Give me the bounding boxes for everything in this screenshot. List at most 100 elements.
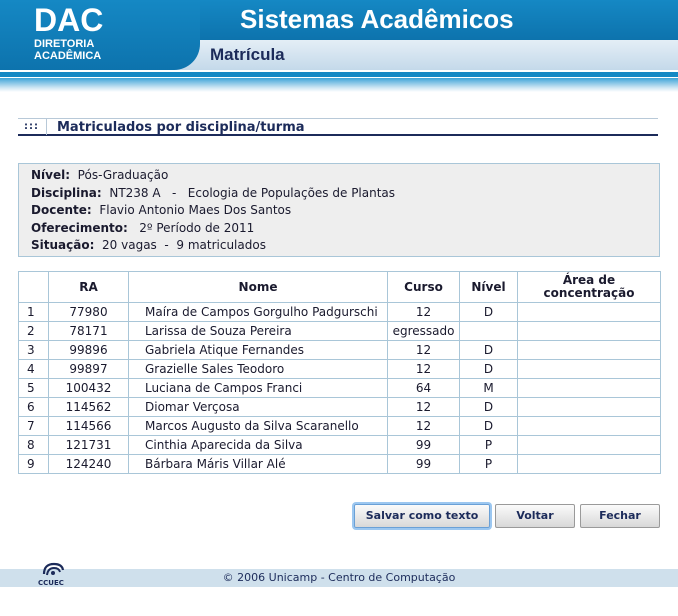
cell-index: 2 — [18, 321, 49, 341]
cell-nome: Gabriela Atique Fernandes — [128, 340, 388, 360]
close-button[interactable]: Fechar — [580, 504, 660, 528]
cell-ra: 114562 — [48, 397, 129, 417]
cell-nome: Grazielle Sales Teodoro — [128, 359, 388, 379]
cell-nivel: D — [459, 397, 518, 417]
dac-logo: DAC — [34, 2, 104, 38]
cell-area — [517, 340, 661, 360]
table-row: 5 100432 Luciana de Campos Franci 64 M — [18, 378, 661, 398]
cell-index: 3 — [18, 340, 49, 360]
table-row: 8 121731 Cinthia Aparecida da Silva 99 P — [18, 435, 661, 455]
cell-ra: 99896 — [48, 340, 129, 360]
table-header-row: RA Nome Curso Nível Área de concentração — [18, 271, 661, 303]
box-title-bar: ::: Matriculados por disciplina/turma — [18, 118, 658, 136]
col-curso-header: Curso — [387, 271, 460, 303]
col-nome-header: Nome — [128, 271, 388, 303]
situacao-value: 20 vagas - 9 matriculados — [102, 238, 266, 252]
cell-curso: 64 — [387, 378, 460, 398]
save-as-text-button[interactable]: Salvar como texto — [354, 504, 490, 528]
table-row: 6 114562 Diomar Verçosa 12 D — [18, 397, 661, 417]
nivel-value: Pós-Graduação — [77, 168, 169, 182]
cell-area — [517, 321, 661, 341]
cell-index: 1 — [18, 302, 49, 322]
app-title: Sistemas Acadêmicos — [240, 4, 514, 34]
table-row: 1 77980 Maíra de Campos Gorgulho Padgurs… — [18, 302, 661, 322]
cell-ra: 77980 — [48, 302, 129, 322]
cell-curso: 99 — [387, 435, 460, 455]
cell-area — [517, 454, 661, 474]
docente-label: Docente: — [31, 203, 92, 217]
cell-area — [517, 397, 661, 417]
students-table: RA Nome Curso Nível Área de concentração… — [18, 271, 661, 474]
cell-index: 4 — [18, 359, 49, 379]
back-button[interactable]: Voltar — [495, 504, 575, 528]
cell-nivel: D — [459, 416, 518, 436]
cell-nome: Bárbara Máris Villar Alé — [128, 454, 388, 474]
section-title: Matrícula — [210, 45, 285, 64]
cell-curso: 12 — [387, 302, 460, 322]
cell-nome: Diomar Verçosa — [128, 397, 388, 417]
table-row: 4 99897 Grazielle Sales Teodoro 12 D — [18, 359, 661, 379]
cell-curso: 12 — [387, 416, 460, 436]
cell-nivel: M — [459, 378, 518, 398]
cell-nivel: D — [459, 302, 518, 322]
cell-ra: 114566 — [48, 416, 129, 436]
info-disciplina: Disciplina: NT238 A - Ecologia de Popula… — [31, 185, 647, 203]
course-info-panel: Nível: Pós-Graduação Disciplina: NT238 A… — [18, 163, 660, 257]
cell-area — [517, 435, 661, 455]
cell-nome: Luciana de Campos Franci — [128, 378, 388, 398]
docente-value: Flavio Antonio Maes Dos Santos — [99, 203, 292, 217]
info-docente: Docente: Flavio Antonio Maes Dos Santos — [31, 202, 647, 220]
cell-nome: Cinthia Aparecida da Silva — [128, 435, 388, 455]
oferecimento-label: Oferecimento: — [31, 220, 128, 235]
info-nivel: Nível: Pós-Graduação — [31, 167, 647, 185]
situacao-label: Situação: — [31, 238, 95, 252]
box-title: Matriculados por disciplina/turma — [57, 120, 305, 135]
table-row: 9 124240 Bárbara Máris Villar Alé 99 P — [18, 454, 661, 474]
cell-nivel: D — [459, 340, 518, 360]
cell-area — [517, 378, 661, 398]
cell-nome: Marcos Augusto da Silva Scaranello — [128, 416, 388, 436]
cell-nome: Maíra de Campos Gorgulho Padgurschi — [128, 302, 388, 322]
disciplina-label: Disciplina: — [31, 185, 102, 200]
cell-index: 7 — [18, 416, 49, 436]
cell-area — [517, 302, 661, 322]
cell-ra: 124240 — [48, 454, 129, 474]
cell-curso: 12 — [387, 359, 460, 379]
cell-ra: 78171 — [48, 321, 129, 341]
header-stripe — [0, 72, 678, 77]
cell-curso: 12 — [387, 340, 460, 360]
cell-index: 5 — [18, 378, 49, 398]
cell-area — [517, 416, 661, 436]
cell-nivel — [459, 321, 518, 341]
ccuec-logo-label: CCUEC — [38, 579, 64, 587]
cell-curso: 99 — [387, 454, 460, 474]
cell-ra: 100432 — [48, 378, 129, 398]
oferecimento-value: 2º Período de 2011 — [139, 220, 255, 235]
cell-ra: 121731 — [48, 435, 129, 455]
cell-index: 6 — [18, 397, 49, 417]
nivel-label: Nível: — [31, 168, 71, 182]
col-area-header: Área de concentração — [517, 271, 661, 303]
cell-ra: 99897 — [48, 359, 129, 379]
dac-logo-line1: DIRETORIA — [34, 38, 95, 50]
cell-curso: egressado — [387, 321, 460, 341]
table-row: 2 78171 Larissa de Souza Pereira egressa… — [18, 321, 661, 341]
disciplina-value: NT238 A - Ecologia de Populações de Plan… — [109, 185, 396, 200]
table-row: 7 114566 Marcos Augusto da Silva Scarane… — [18, 416, 661, 436]
cell-curso: 12 — [387, 397, 460, 417]
info-situacao: Situação: 20 vagas - 9 matriculados — [31, 237, 647, 255]
page-header: DAC DIRETORIA ACADÊMICA Sistemas Acadêmi… — [0, 0, 678, 92]
cell-nome: Larissa de Souza Pereira — [128, 321, 388, 341]
footer-copyright: © 2006 Unicamp - Centro de Computação — [222, 571, 456, 584]
page-footer: © 2006 Unicamp - Centro de Computação — [0, 569, 678, 587]
box-title-separator — [46, 119, 47, 135]
cell-index: 8 — [18, 435, 49, 455]
dots-icon: ::: — [24, 121, 39, 132]
col-index-header — [18, 271, 49, 303]
dac-logo-line2: ACADÊMICA — [34, 50, 102, 62]
header-gradient-stripe — [0, 78, 678, 92]
cell-index: 9 — [18, 454, 49, 474]
cell-nivel: P — [459, 435, 518, 455]
cell-area — [517, 359, 661, 379]
col-nivel-header: Nível — [459, 271, 518, 303]
